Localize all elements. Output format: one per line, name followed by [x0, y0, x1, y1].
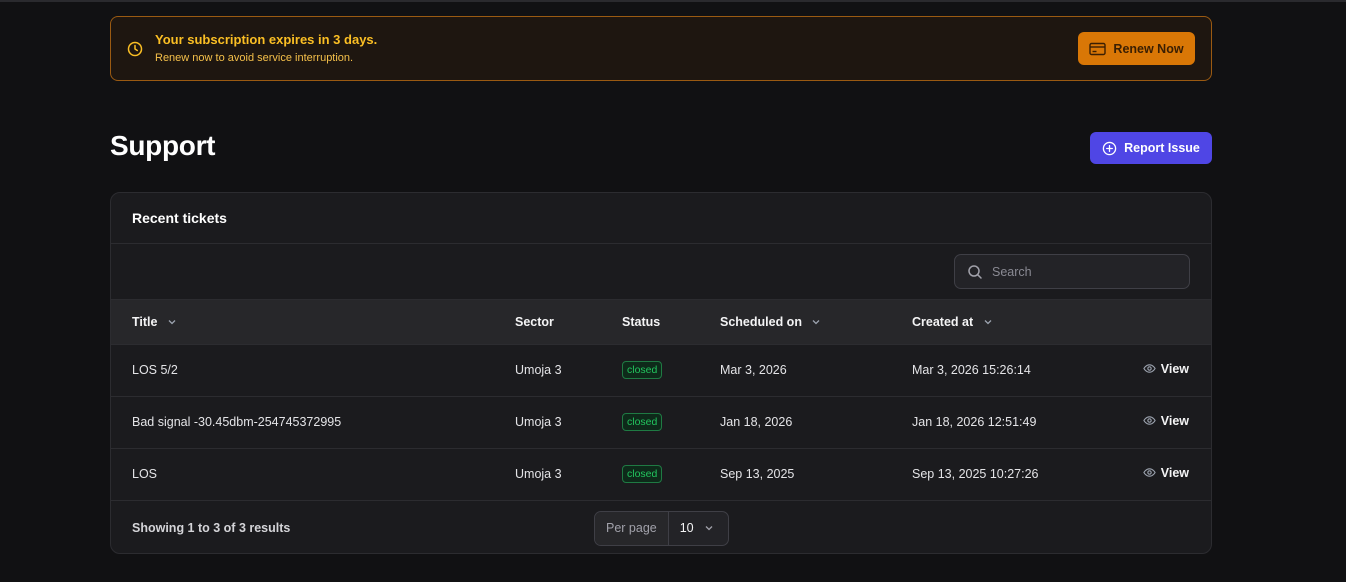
eye-icon	[1143, 468, 1156, 478]
cell-scheduled: Mar 3, 2026	[720, 363, 787, 377]
report-issue-label: Report Issue	[1124, 141, 1200, 155]
report-issue-button[interactable]: Report Issue	[1090, 132, 1212, 164]
status-badge: closed	[622, 465, 663, 483]
view-label: View	[1160, 413, 1189, 428]
column-sector-label: Sector	[515, 314, 554, 329]
per-page-value: 10	[679, 521, 694, 535]
column-actions	[1132, 300, 1211, 345]
cell-title: LOS 5/2	[132, 363, 178, 377]
search-input[interactable]	[992, 264, 1172, 279]
cell-title: Bad signal -30.45dbm-254745372995	[132, 415, 342, 429]
eye-icon	[1143, 416, 1156, 426]
table-row: Bad signal -30.45dbm-254745372995 Umoja …	[111, 396, 1211, 448]
cell-actions: View	[1132, 448, 1211, 500]
banner-texts: Your subscription expires in 3 days. Ren…	[155, 32, 1078, 65]
table-header-row: Title Sector Status Scheduled on Created…	[111, 300, 1211, 345]
cell-sector: Umoja 3	[515, 415, 562, 429]
per-page-control: Per page 10	[594, 510, 729, 546]
table-row: LOS Umoja 3 closed Sep 13, 2025 Sep 13, …	[111, 448, 1211, 500]
view-button[interactable]: View	[1143, 362, 1189, 376]
results-summary: Showing 1 to 3 of 3 results	[132, 521, 291, 535]
view-label: View	[1160, 361, 1189, 376]
card-title: Recent tickets	[111, 193, 1211, 244]
cell-created: Jan 18, 2026 12:51:49	[912, 415, 1037, 429]
column-title-label: Title	[132, 314, 158, 329]
page-title: Support	[110, 130, 216, 161]
column-scheduled[interactable]: Scheduled on	[720, 300, 912, 345]
cell-actions: View	[1132, 396, 1211, 448]
banner-title: Your subscription expires in 3 days.	[155, 32, 378, 47]
column-scheduled-label: Scheduled on	[720, 314, 802, 329]
banner-subtitle: Renew now to avoid service interruption.	[155, 52, 354, 64]
renew-now-label: Renew Now	[1113, 41, 1184, 56]
cell-sector: Umoja 3	[515, 363, 562, 377]
column-title[interactable]: Title	[111, 300, 515, 345]
cell-created: Mar 3, 2026 15:26:14	[912, 363, 1031, 377]
chevron-down-icon	[812, 320, 820, 325]
cell-status: closed	[622, 448, 720, 500]
column-status-label: Status	[622, 314, 661, 329]
status-badge: closed	[622, 413, 663, 431]
cell-status: closed	[622, 344, 720, 396]
table-toolbar	[111, 244, 1211, 300]
renew-now-button[interactable]: Renew Now	[1078, 32, 1195, 65]
table-footer: Showing 1 to 3 of 3 results Per page 10	[111, 501, 1211, 554]
table-row: LOS 5/2 Umoja 3 closed Mar 3, 2026 Mar 3…	[111, 344, 1211, 396]
status-badge: closed	[622, 361, 663, 379]
tickets-table: Title Sector Status Scheduled on Created…	[111, 300, 1211, 501]
search-box[interactable]	[954, 254, 1190, 289]
column-created[interactable]: Created at	[912, 300, 1132, 345]
chevron-down-icon	[984, 320, 992, 325]
clock-icon	[127, 41, 143, 56]
cell-sector: Umoja 3	[515, 467, 562, 481]
view-label: View	[1160, 465, 1189, 480]
cell-title: LOS	[132, 467, 158, 481]
cell-scheduled: Sep 13, 2025	[720, 467, 795, 481]
eye-icon	[1143, 364, 1156, 374]
cell-actions: View	[1132, 344, 1211, 396]
top-border	[0, 0, 1346, 2]
column-created-label: Created at	[912, 314, 974, 329]
view-button[interactable]: View	[1143, 466, 1189, 480]
cell-status: closed	[622, 396, 720, 448]
cell-created: Sep 13, 2025 10:27:26	[912, 467, 1039, 481]
chevron-down-icon	[705, 526, 713, 531]
search-icon	[968, 264, 982, 279]
tickets-card: Recent tickets Title Sector Status	[110, 192, 1212, 554]
credit-card-icon	[1089, 42, 1107, 55]
per-page-label: Per page	[595, 511, 669, 545]
chevron-down-icon	[168, 320, 176, 325]
per-page-select[interactable]: 10	[669, 512, 728, 545]
plus-circle-icon	[1102, 141, 1117, 155]
subscription-banner: Your subscription expires in 3 days. Ren…	[110, 16, 1212, 81]
column-sector: Sector	[515, 300, 622, 345]
cell-scheduled: Jan 18, 2026	[720, 415, 793, 429]
view-button[interactable]: View	[1143, 414, 1189, 428]
column-status: Status	[622, 300, 720, 345]
